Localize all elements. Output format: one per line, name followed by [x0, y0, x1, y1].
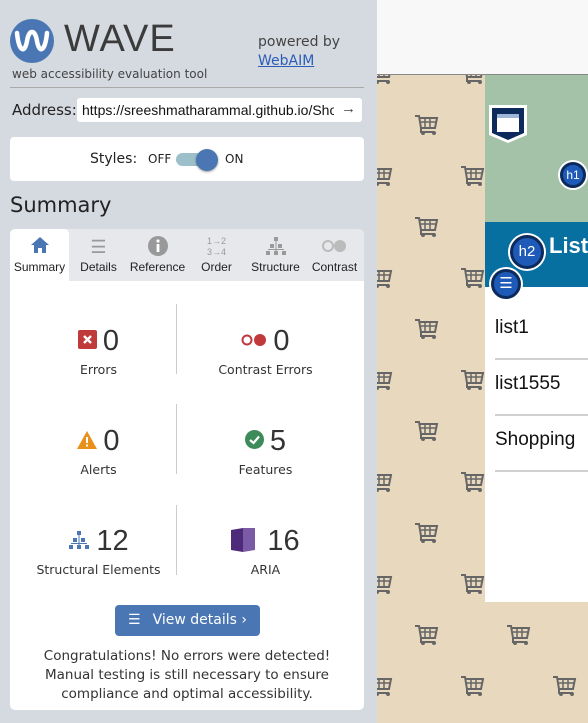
- list-item: Shopping: [495, 416, 588, 472]
- list-heading-band: List h2 ☰: [485, 222, 588, 299]
- tab-summary[interactable]: Summary: [10, 229, 69, 281]
- tab-structure[interactable]: Structure: [246, 229, 305, 281]
- tab-bar: Summary ☰ Details Reference 1→2 3→4 Order S…: [10, 229, 364, 281]
- alert-icon: [77, 430, 98, 453]
- tab-label: Order: [201, 260, 232, 274]
- arrow-right-icon[interactable]: →: [341, 100, 356, 117]
- contrast-error-icon: [241, 332, 267, 351]
- structural-label: Structural Elements: [36, 562, 161, 577]
- divider: [10, 87, 364, 88]
- tab-details[interactable]: ☰ Details: [69, 229, 128, 281]
- page-header: h1: [485, 75, 588, 222]
- tab-label: Details: [80, 260, 117, 274]
- tab-label: Structure: [251, 260, 300, 274]
- aria-label: ARIA: [250, 562, 281, 577]
- page-top-bar: [377, 0, 588, 75]
- h1-badge: h1: [560, 162, 586, 188]
- order-icon: 1→2 3→4: [206, 236, 226, 257]
- evaluated-page: h1 List h2 ☰ list1 list1555 Shopping: [377, 0, 588, 723]
- wave-sidebar: WAVE web accessibility evaluation tool p…: [0, 0, 377, 723]
- errors-count: 0: [102, 325, 120, 357]
- contrast-errors-label: Contrast Errors: [218, 362, 313, 377]
- list-heading: List: [549, 233, 588, 258]
- tab-order[interactable]: 1→2 3→4 Order: [187, 229, 246, 281]
- stat-contrast-errors[interactable]: 0 Contrast Errors: [177, 325, 354, 377]
- view-details-label: View details ›: [152, 612, 247, 628]
- info-icon: [128, 236, 187, 260]
- home-icon: [10, 236, 69, 260]
- page-content: h1 List h2 ☰ list1 list1555 Shopping: [485, 75, 588, 602]
- tab-label: Contrast: [311, 260, 358, 274]
- features-count: 5: [269, 425, 287, 457]
- structure-icon: [68, 530, 90, 554]
- structure-icon: [246, 236, 305, 260]
- tab-contrast[interactable]: Contrast: [305, 229, 364, 281]
- wave-logo-icon: [10, 19, 54, 63]
- address-value: https://sreeshmatharammal.github.io/Shop…: [82, 102, 334, 118]
- styles-toggle-knob[interactable]: [196, 149, 218, 171]
- list-icon: ☰: [90, 237, 107, 257]
- alerts-label: Alerts: [80, 462, 117, 477]
- wave-logo-text: WAVE: [64, 18, 176, 60]
- congrats-message: Congratulations! No errors were detected…: [43, 648, 331, 702]
- h2-badge: h2: [510, 235, 544, 269]
- stat-aria[interactable]: 16 ARIA: [177, 525, 354, 577]
- structural-count: 12: [96, 525, 129, 557]
- contrast-icon: [305, 236, 364, 260]
- h2-label: h2: [518, 243, 536, 260]
- aria-count: 16: [267, 525, 300, 557]
- styles-label: Styles:: [90, 151, 138, 167]
- list-item: list1555: [495, 360, 588, 416]
- tab-reference[interactable]: Reference: [128, 229, 187, 281]
- list-icon: ☰: [128, 612, 141, 628]
- errors-label: Errors: [80, 362, 117, 377]
- contrast-errors-count: 0: [273, 325, 290, 357]
- view-details-button[interactable]: ☰ View details ›: [115, 605, 260, 636]
- aria-icon: [231, 527, 256, 556]
- stat-structural[interactable]: 12 Structural Elements: [10, 525, 187, 577]
- styles-on-label: ON: [225, 152, 244, 166]
- tab-label: Reference: [129, 260, 186, 274]
- aria-landmark-icon: [489, 105, 527, 143]
- styles-toggle-box: Styles: OFF ON: [10, 137, 364, 181]
- address-input[interactable]: https://sreeshmatharammal.github.io/Shop…: [77, 98, 362, 122]
- tagline: web accessibility evaluation tool: [12, 67, 208, 81]
- error-icon: [77, 330, 97, 353]
- alerts-count: 0: [103, 425, 120, 457]
- powered-by: powered by: [258, 34, 341, 50]
- summary-heading: Summary: [10, 193, 112, 217]
- address-label: Address:: [12, 101, 77, 119]
- h1-label: h1: [566, 168, 580, 182]
- features-label: Features: [238, 462, 293, 477]
- feature-check-icon: [244, 430, 264, 453]
- stat-alerts[interactable]: 0 Alerts: [10, 425, 187, 477]
- list-item: list1: [495, 304, 588, 360]
- webaim-link[interactable]: WebAIM: [258, 53, 314, 69]
- summary-card: 0 Errors 0 Contrast Errors 0 Alerts 5 Fe…: [10, 281, 364, 710]
- stat-features[interactable]: 5 Features: [177, 425, 354, 477]
- stat-errors[interactable]: 0 Errors: [10, 325, 187, 377]
- tab-label: Summary: [13, 260, 66, 274]
- list-badge-icon: ☰: [491, 269, 521, 299]
- styles-off-label: OFF: [148, 152, 172, 166]
